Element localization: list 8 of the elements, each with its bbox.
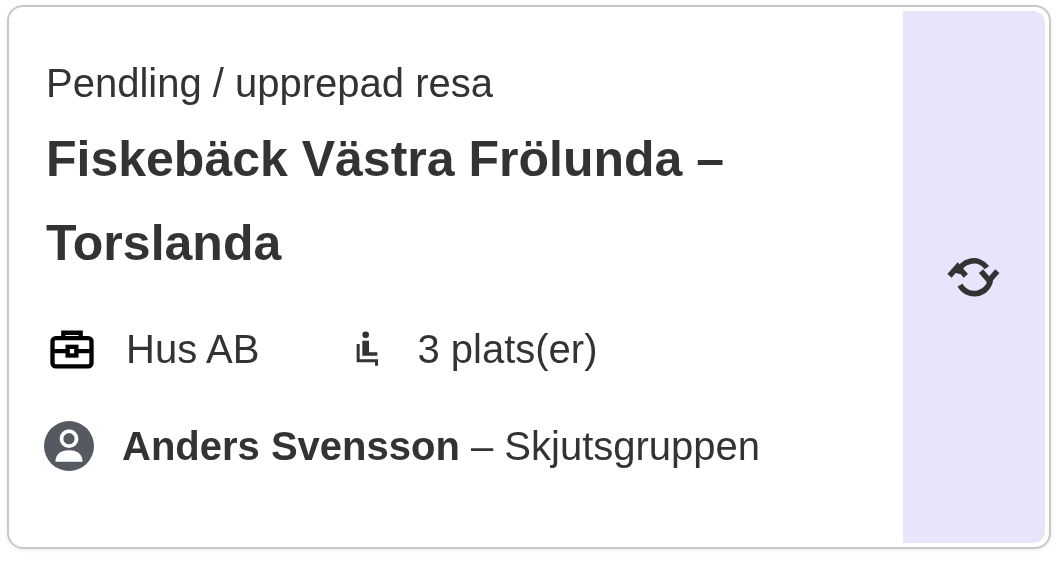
- company-name: Hus AB: [126, 326, 260, 372]
- avatar-icon: [44, 421, 94, 471]
- trip-card[interactable]: Pendling / upprepad resa Fiskebäck Västra Frölunda – Torslanda Hus AB 3 plats(er) Anders Svensson – Skjutsgruppen: [7, 5, 1051, 549]
- trip-category: Pendling / upprepad resa: [46, 60, 494, 107]
- recurring-panel[interactable]: [903, 11, 1045, 543]
- seat-count: 3 plats(er): [417, 326, 598, 372]
- driver-info: Anders Svensson – Skjutsgruppen: [122, 423, 761, 469]
- trip-title: Fiskebäck Västra Frölunda – Torslanda: [46, 130, 726, 273]
